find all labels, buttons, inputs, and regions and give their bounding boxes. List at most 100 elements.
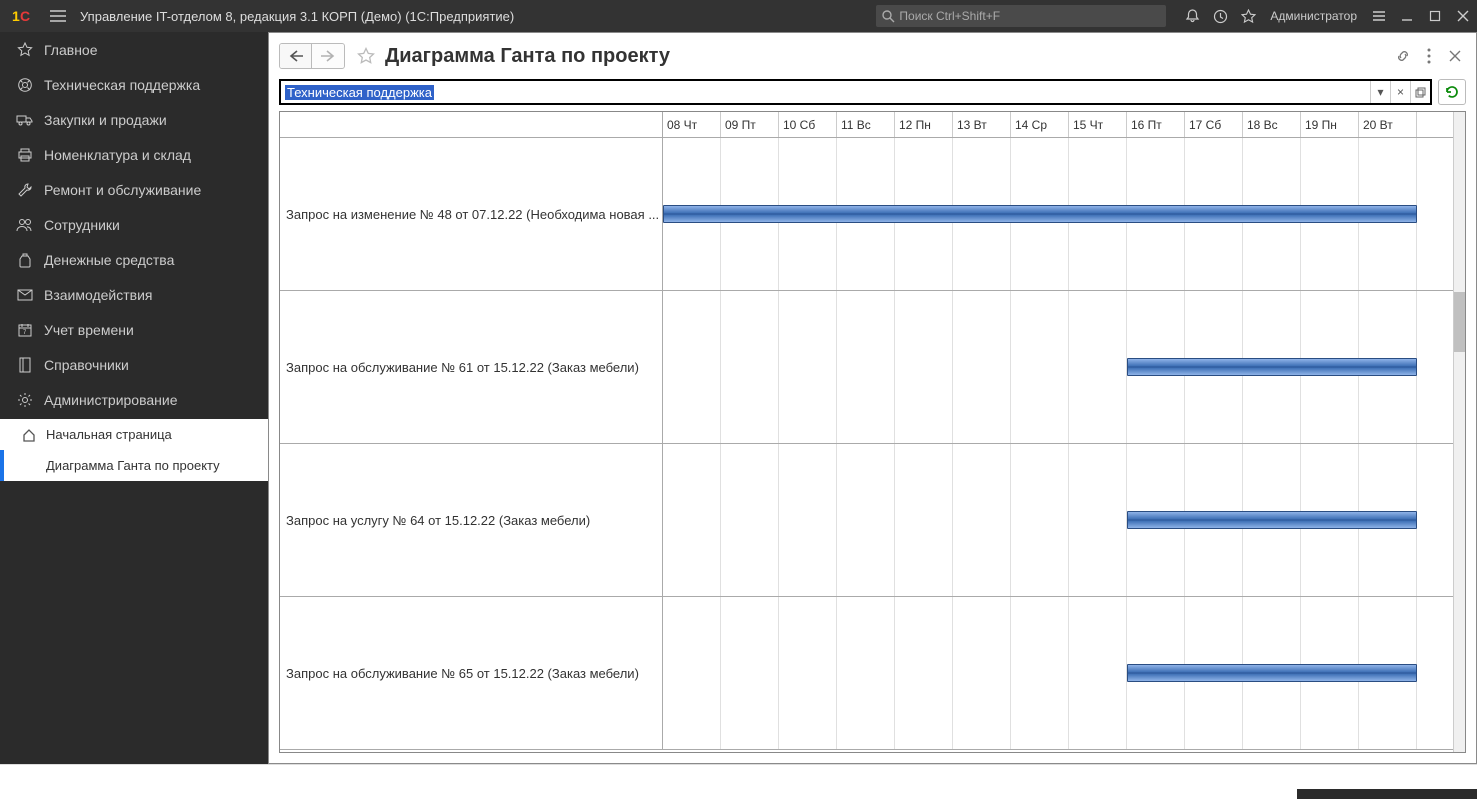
favorites-icon[interactable] xyxy=(1234,0,1262,32)
page-header: Диаграмма Ганта по проекту xyxy=(269,33,1476,75)
search-placeholder: Поиск Ctrl+Shift+F xyxy=(899,9,1000,23)
close-page-icon[interactable] xyxy=(1442,43,1468,69)
gantt-header: 08 Чт09 Пт10 Сб11 Вс12 Пн13 Вт14 Ср15 Чт… xyxy=(280,112,1453,138)
gantt-bar[interactable] xyxy=(1127,511,1417,529)
svg-text:1: 1 xyxy=(12,8,20,24)
link-icon[interactable] xyxy=(1390,43,1416,69)
gantt-row: Запрос на обслуживание № 65 от 15.12.22 … xyxy=(280,597,1453,750)
status-bar xyxy=(0,764,1477,799)
gantt-chart: 08 Чт09 Пт10 Сб11 Вс12 Пн13 Вт14 Ср15 Чт… xyxy=(279,111,1466,753)
gantt-col-header: 12 Пн xyxy=(895,112,953,137)
sidebar-item-0[interactable]: Главное xyxy=(0,32,268,67)
lifebuoy-icon xyxy=(14,77,36,93)
filter-row: Техническая поддержка ▾ × xyxy=(269,75,1476,111)
sidebar-item-5[interactable]: Сотрудники xyxy=(0,207,268,242)
more-menu-icon[interactable] xyxy=(1416,43,1442,69)
wrench-icon xyxy=(14,182,36,198)
gantt-row: Запрос на обслуживание № 61 от 15.12.22 … xyxy=(280,291,1453,444)
user-label[interactable]: Администратор xyxy=(1262,9,1365,23)
gantt-col-header: 13 Вт xyxy=(953,112,1011,137)
gantt-bar[interactable] xyxy=(663,205,1417,223)
sidebar-item-label: Ремонт и обслуживание xyxy=(44,182,201,198)
gantt-col-header: 09 Пт xyxy=(721,112,779,137)
gantt-task-label: Запрос на обслуживание № 61 от 15.12.22 … xyxy=(280,291,663,443)
gantt-row: Запрос на услугу № 64 от 15.12.22 (Заказ… xyxy=(280,444,1453,597)
money-icon xyxy=(14,252,36,268)
main-content: Диаграмма Ганта по проекту Техническая п… xyxy=(268,32,1477,764)
tab-label: Начальная страница xyxy=(46,427,172,442)
page-title: Диаграмма Ганта по проекту xyxy=(385,45,670,68)
gantt-task-label: Запрос на изменение № 48 от 07.12.22 (Не… xyxy=(280,138,663,290)
open-tab-0[interactable]: Начальная страница xyxy=(0,419,268,450)
mail-icon xyxy=(14,289,36,301)
app-title: Управление IT-отделом 8, редакция 3.1 КО… xyxy=(80,9,514,24)
vertical-scrollbar[interactable] xyxy=(1453,112,1465,752)
nav-back-forward xyxy=(279,43,345,69)
gantt-col-header: 19 Пн xyxy=(1301,112,1359,137)
sidebar-item-label: Учет времени xyxy=(44,322,134,338)
gantt-col-header: 11 Вс xyxy=(837,112,895,137)
panel-settings-icon[interactable] xyxy=(1365,0,1393,32)
global-search[interactable]: Поиск Ctrl+Shift+F xyxy=(876,5,1166,27)
sidebar-item-10[interactable]: Администрирование xyxy=(0,382,268,417)
footer-accent xyxy=(1297,789,1477,799)
svg-text:7: 7 xyxy=(23,330,27,336)
project-filter-value: Техническая поддержка xyxy=(281,85,1370,100)
sidebar-item-4[interactable]: Ремонт и обслуживание xyxy=(0,172,268,207)
gantt-col-header: 08 Чт xyxy=(663,112,721,137)
people-icon xyxy=(14,218,36,232)
sidebar-item-label: Закупки и продажи xyxy=(44,112,167,128)
gantt-row: Запрос на изменение № 48 от 07.12.22 (Не… xyxy=(280,138,1453,291)
gantt-bar[interactable] xyxy=(1127,358,1417,376)
gantt-col-header: 16 Пт xyxy=(1127,112,1185,137)
gantt-col-header: 17 Сб xyxy=(1185,112,1243,137)
history-icon[interactable] xyxy=(1206,0,1234,32)
sidebar-item-label: Администрирование xyxy=(44,392,178,408)
clear-filter-icon[interactable]: × xyxy=(1390,81,1410,103)
sidebar-item-label: Денежные средства xyxy=(44,252,174,268)
sidebar-item-label: Техническая поддержка xyxy=(44,77,200,93)
gantt-col-header: 18 Вс xyxy=(1243,112,1301,137)
maximize-button[interactable] xyxy=(1421,0,1449,32)
calendar-icon: 7 xyxy=(14,323,36,337)
open-tab-1[interactable]: Диаграмма Ганта по проекту xyxy=(0,450,268,481)
forward-button[interactable] xyxy=(312,44,344,68)
tab-label: Диаграмма Ганта по проекту xyxy=(46,458,220,473)
sidebar-item-3[interactable]: Номенклатура и склад xyxy=(0,137,268,172)
main-menu-icon[interactable] xyxy=(48,6,68,26)
truck-icon xyxy=(14,113,36,127)
gantt-bar[interactable] xyxy=(1127,664,1417,682)
notifications-icon[interactable] xyxy=(1178,0,1206,32)
printer-icon xyxy=(14,147,36,163)
gantt-col-header: 10 Сб xyxy=(779,112,837,137)
sidebar-item-6[interactable]: Денежные средства xyxy=(0,242,268,277)
book-icon xyxy=(14,357,36,373)
sidebar-item-label: Взаимодействия xyxy=(44,287,153,303)
minimize-button[interactable] xyxy=(1393,0,1421,32)
sidebar-item-7[interactable]: Взаимодействия xyxy=(0,277,268,312)
refresh-button[interactable] xyxy=(1438,79,1466,105)
sidebar-item-label: Главное xyxy=(44,42,98,58)
sidebar-item-9[interactable]: Справочники xyxy=(0,347,268,382)
sidebar-item-1[interactable]: Техническая поддержка xyxy=(0,67,268,102)
sidebar: Главное Техническая поддержка Закупки и пр… xyxy=(0,32,268,764)
project-filter[interactable]: Техническая поддержка ▾ × xyxy=(279,79,1432,105)
gantt-col-header: 15 Чт xyxy=(1069,112,1127,137)
search-icon xyxy=(882,10,895,23)
sidebar-item-label: Номенклатура и склад xyxy=(44,147,191,163)
favorite-star-icon[interactable] xyxy=(355,45,377,67)
gantt-col-header: 20 Вт xyxy=(1359,112,1417,137)
dropdown-icon[interactable]: ▾ xyxy=(1370,81,1390,103)
title-bar: 1С Управление IT-отделом 8, редакция 3.1… xyxy=(0,0,1477,32)
sidebar-item-2[interactable]: Закупки и продажи xyxy=(0,102,268,137)
sidebar-item-label: Сотрудники xyxy=(44,217,120,233)
close-window-button[interactable] xyxy=(1449,0,1477,32)
gantt-task-label: Запрос на услугу № 64 от 15.12.22 (Заказ… xyxy=(280,444,663,596)
open-dialog-icon[interactable] xyxy=(1410,81,1430,103)
svg-text:С: С xyxy=(20,8,30,24)
back-button[interactable] xyxy=(280,44,312,68)
home-icon xyxy=(18,428,40,442)
sidebar-item-8[interactable]: 7 Учет времени xyxy=(0,312,268,347)
gantt-col-header: 14 Ср xyxy=(1011,112,1069,137)
gear-icon xyxy=(14,392,36,408)
